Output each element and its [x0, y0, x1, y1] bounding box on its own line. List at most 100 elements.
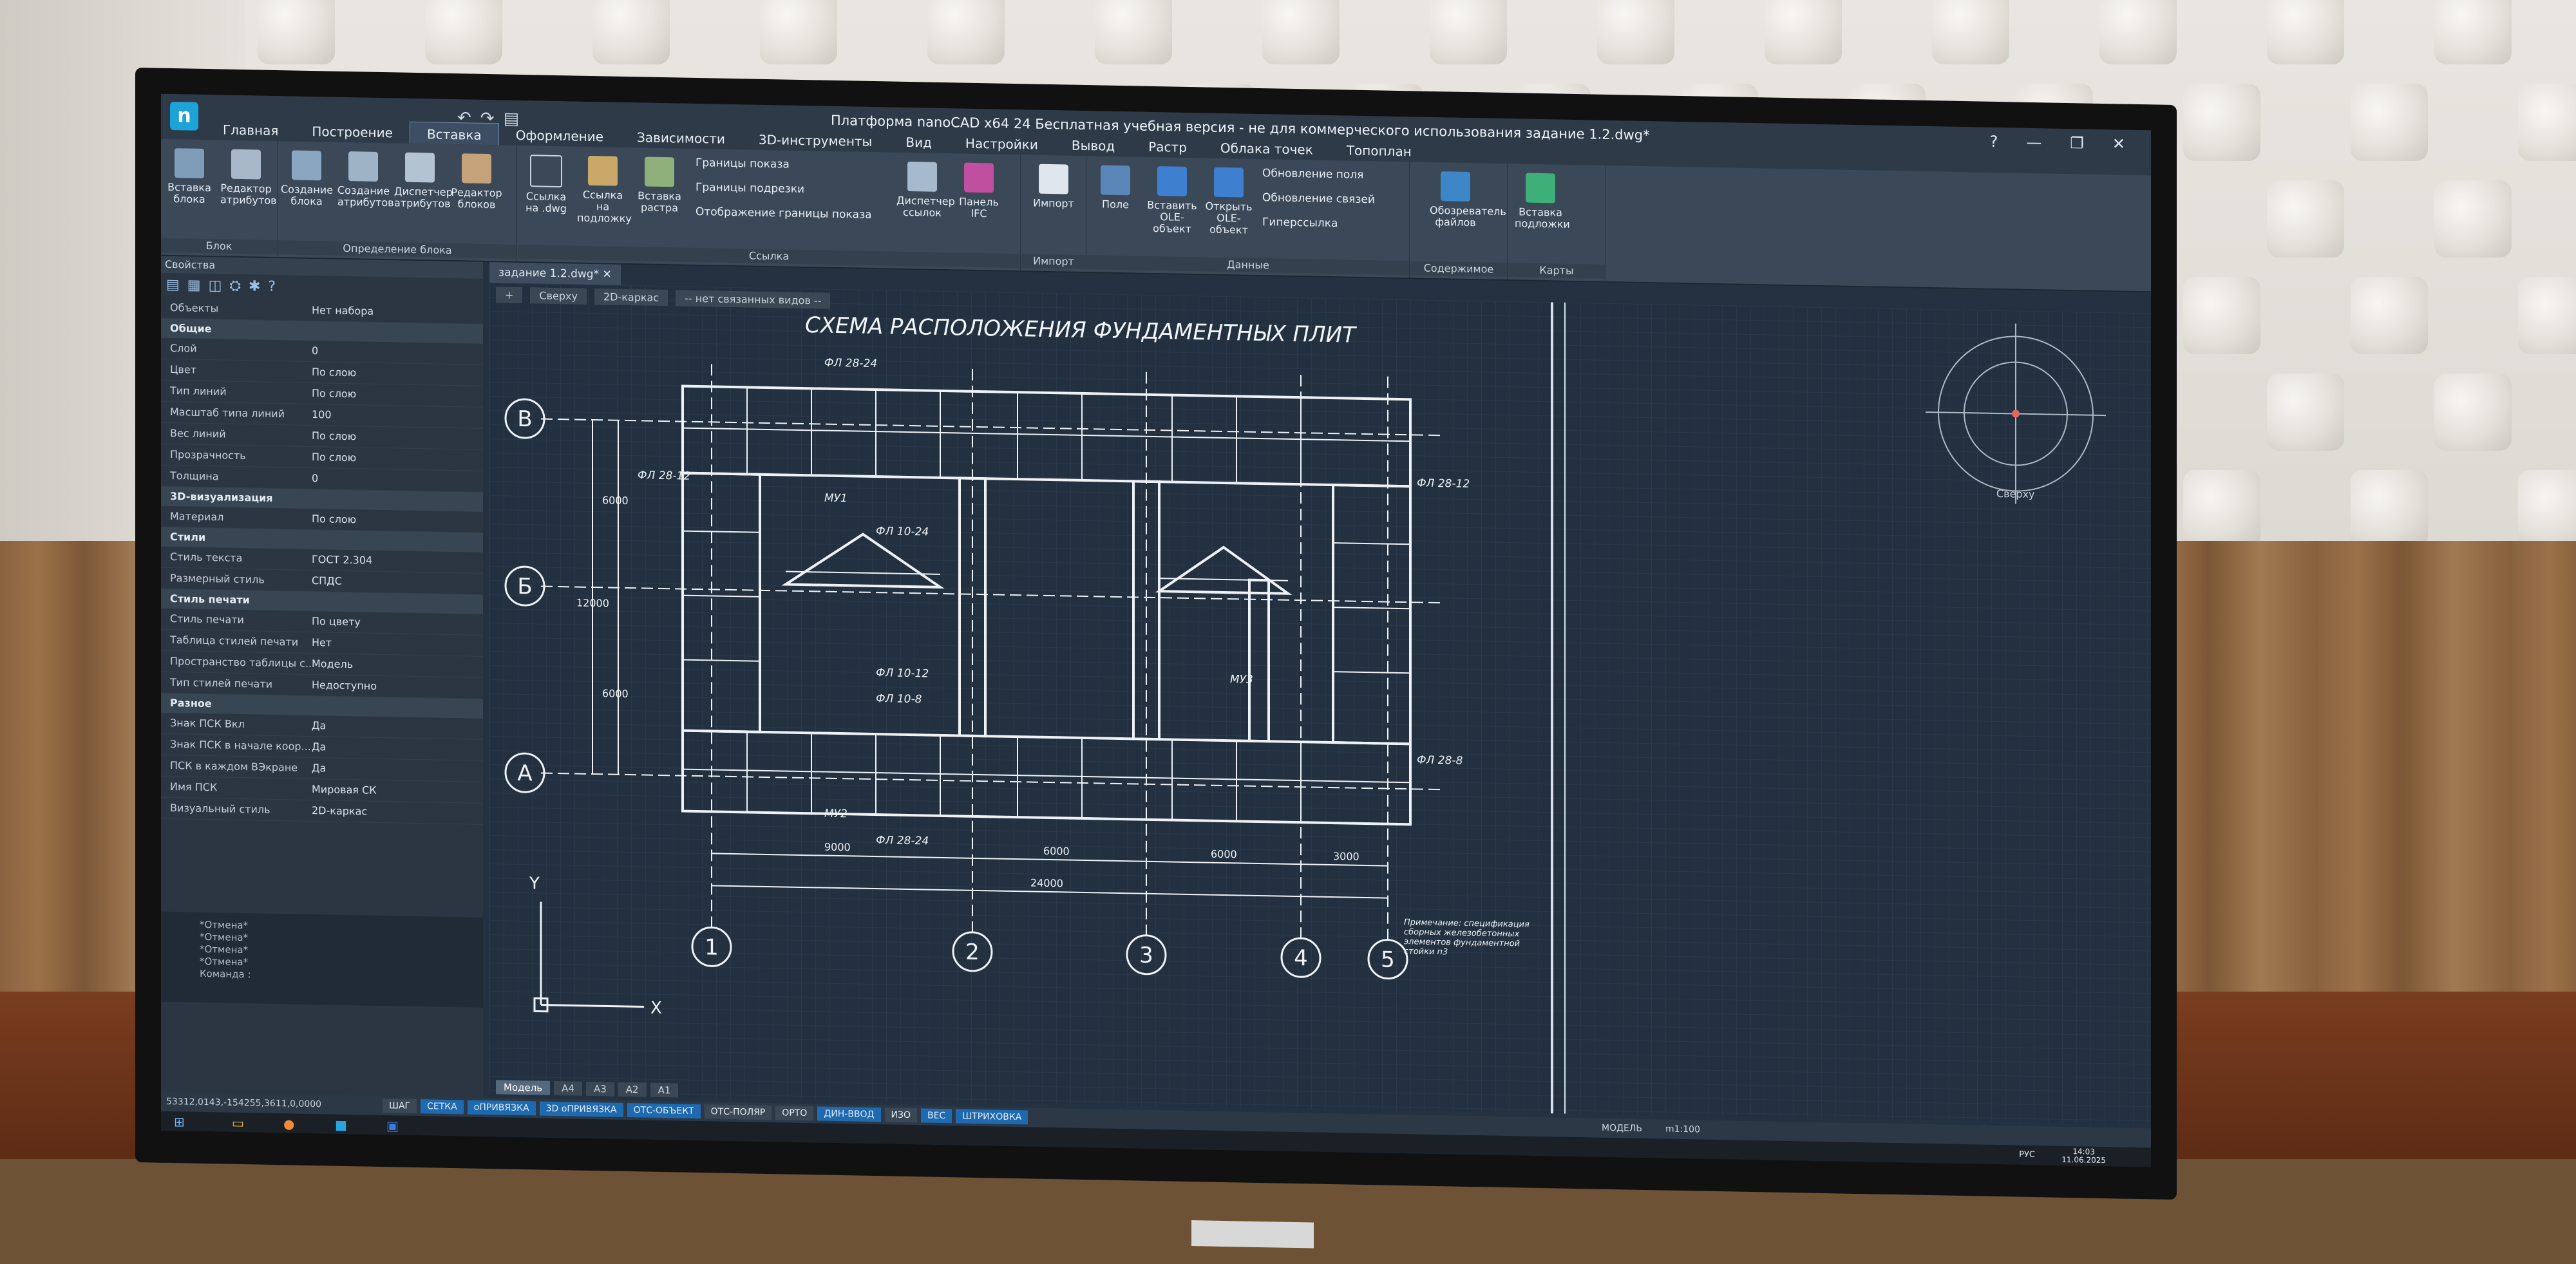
status-toggle-button[interactable]: ИЗО [884, 1108, 917, 1123]
show-bounds-button[interactable]: Границы показа [696, 156, 790, 171]
app-logo[interactable]: n [170, 101, 198, 131]
tab-settings[interactable]: Настройки [949, 131, 1055, 155]
tab-topoplan[interactable]: Топоплан [1330, 138, 1428, 162]
maximize-icon[interactable]: ❐ [2070, 134, 2084, 152]
property-value[interactable]: Да [312, 737, 483, 760]
status-toggle-button[interactable]: ДИН-ВВОД [817, 1106, 881, 1122]
property-value[interactable]: СПДС [312, 571, 483, 594]
tab-a3[interactable]: A3 [585, 1081, 614, 1097]
status-toggle-button[interactable]: ОРТО [775, 1106, 814, 1121]
document-tab[interactable]: задание 1.2.dwg* ✕ [489, 262, 621, 285]
property-value[interactable]: Да [312, 715, 483, 739]
property-value[interactable]: Нет набора [312, 300, 483, 324]
property-value[interactable]: По слою [312, 362, 483, 386]
file-browser-button[interactable]: Обозреватель файлов [1430, 166, 1506, 229]
underlay-link-button[interactable]: Ссылка на подложку [577, 151, 632, 225]
close-icon[interactable]: ✕ [2112, 135, 2125, 153]
system-clock[interactable]: 14:03 11.06.2025 [2061, 1147, 2106, 1165]
property-value[interactable]: Да [312, 758, 483, 782]
create-attr-button[interactable]: Создание атрибутов [337, 146, 394, 209]
tab-home[interactable]: Главная [206, 118, 295, 142]
language-indicator[interactable]: РУС [2019, 1150, 2035, 1160]
status-toggle-button[interactable]: ШАГ [383, 1099, 417, 1114]
tag-icon [348, 151, 378, 182]
tab-model[interactable]: Модель [496, 1080, 551, 1095]
property-value[interactable]: Модель [312, 654, 483, 677]
firefox-icon[interactable]: ● [283, 1116, 294, 1131]
close-tab-icon[interactable]: ✕ [603, 268, 612, 281]
insert-underlay-button[interactable]: Вставка подложки [1515, 167, 1570, 231]
status-toggle-button[interactable]: 3D оПРИВЯЗКА [539, 1101, 623, 1117]
field-button[interactable]: Поле [1090, 160, 1141, 211]
insert-block-button[interactable]: Вставка блока [164, 143, 215, 205]
import-button[interactable]: Импорт [1028, 158, 1079, 210]
word-icon[interactable]: ▣ [386, 1118, 399, 1133]
property-value[interactable]: По слою [312, 509, 483, 533]
command-line[interactable]: *Отмена* *Отмена* *Отмена* *Отмена* Кома… [161, 911, 483, 1008]
property-value[interactable]: Мировая СК [312, 779, 483, 803]
status-toggle-button[interactable]: СЕТКА [421, 1099, 464, 1115]
display-bounds-button[interactable]: Отображение границы показа [696, 205, 872, 222]
ifc-panel-button[interactable]: Панель IFC [953, 157, 1005, 220]
open-ole-button[interactable]: Открыть OLE-объект [1203, 162, 1255, 236]
tab-pointcloud[interactable]: Облака точек [1204, 136, 1330, 160]
clip-bounds-button[interactable]: Границы подрезки [696, 181, 804, 196]
nanocad-taskbar-icon[interactable]: ■ [335, 1117, 347, 1133]
property-value[interactable]: Нет [312, 632, 483, 656]
attr-editor-button[interactable]: Редактор атрибутов [220, 144, 277, 207]
drawing-canvas[interactable]: СХЕМА РАСПОЛОЖЕНИЯ ФУНДАМЕНТНЫХ ПЛИТ В Б… [489, 283, 2151, 1125]
tab-output[interactable]: Вывод [1055, 133, 1132, 156]
block-editor-button[interactable]: Редактор блоков [451, 148, 502, 211]
view-direction[interactable]: Сверху [530, 287, 587, 305]
property-value[interactable]: ГОСТ 2.304 [312, 549, 483, 573]
property-value[interactable]: По слою [312, 426, 483, 449]
insert-raster-button[interactable]: Вставка растра [634, 151, 685, 214]
windows-start-icon[interactable]: ⊞ [174, 1114, 185, 1129]
status-toggle-button[interactable]: ОТС-ОБЪЕКТ [627, 1102, 701, 1119]
tab-build[interactable]: Построение [295, 120, 410, 144]
update-links-button[interactable]: Обновление связей [1262, 191, 1375, 206]
viewcube-center [2012, 410, 2020, 418]
tab-constraints[interactable]: Зависимости [620, 126, 742, 149]
property-value[interactable]: 2D-каркас [312, 800, 483, 824]
linked-views[interactable]: -- нет связанных видов -- [676, 290, 831, 309]
tab-format[interactable]: Оформление [499, 123, 620, 147]
space-mode[interactable]: МОДЕЛЬ [1602, 1123, 1642, 1134]
visual-style[interactable]: 2D-каркас [594, 288, 668, 307]
file-explorer-icon[interactable]: ▭ [232, 1115, 244, 1131]
help-icon[interactable]: ? [1990, 133, 1998, 151]
status-toggle-button[interactable]: ВЕС [920, 1108, 952, 1124]
status-toggle-button[interactable]: оПРИВЯЗКА [467, 1100, 536, 1116]
minimize-icon[interactable]: — [2026, 133, 2041, 151]
property-value[interactable]: 100 [312, 404, 483, 428]
tab-view[interactable]: Вид [889, 130, 949, 153]
wall-tile [927, 0, 1005, 64]
property-value[interactable]: По слою [312, 447, 483, 471]
drawing: СХЕМА РАСПОЛОЖЕНИЯ ФУНДАМЕНТНЫХ ПЛИТ В Б… [504, 302, 2106, 1114]
attr-manager-button[interactable]: Диспетчер атрибутов [394, 147, 453, 210]
property-value[interactable]: 0 [312, 341, 483, 364]
tab-a4[interactable]: A4 [554, 1080, 582, 1096]
update-field-button[interactable]: Обновление поля [1262, 167, 1363, 182]
property-value[interactable]: 0 [312, 468, 483, 492]
property-value[interactable]: По слою [312, 383, 483, 407]
tab-a2[interactable]: A2 [618, 1082, 647, 1097]
hyperlink-button[interactable]: Гиперссылка [1262, 216, 1338, 230]
dwg-link-button[interactable]: Ссылка на .dwg [520, 149, 572, 214]
insert-ole-button[interactable]: Вставить OLE-объект [1146, 161, 1198, 235]
tab-a1[interactable]: A1 [650, 1082, 679, 1098]
annotation-scale[interactable]: m1:100 [1665, 1124, 1700, 1135]
viewport-menu[interactable]: + [496, 287, 523, 304]
viewcube-label[interactable]: Сверху [1996, 487, 2035, 500]
tab-3d[interactable]: 3D-инструменты [742, 127, 889, 152]
wall-tile [2267, 373, 2344, 451]
status-toggle-button[interactable]: ШТРИХОВКА [956, 1109, 1028, 1125]
property-value[interactable]: Недоступно [312, 675, 483, 699]
tab-raster[interactable]: Растр [1132, 135, 1204, 158]
status-toggle-button[interactable]: ОТС-ПОЛЯР [704, 1104, 772, 1120]
property-value[interactable]: По цвету [312, 611, 483, 635]
tab-insert[interactable]: Вставка [409, 121, 499, 146]
create-block-button[interactable]: Создание блока [281, 145, 333, 207]
link-manager-button[interactable]: Диспетчер ссылок [896, 156, 955, 219]
property-name: Вес линий [170, 426, 226, 440]
